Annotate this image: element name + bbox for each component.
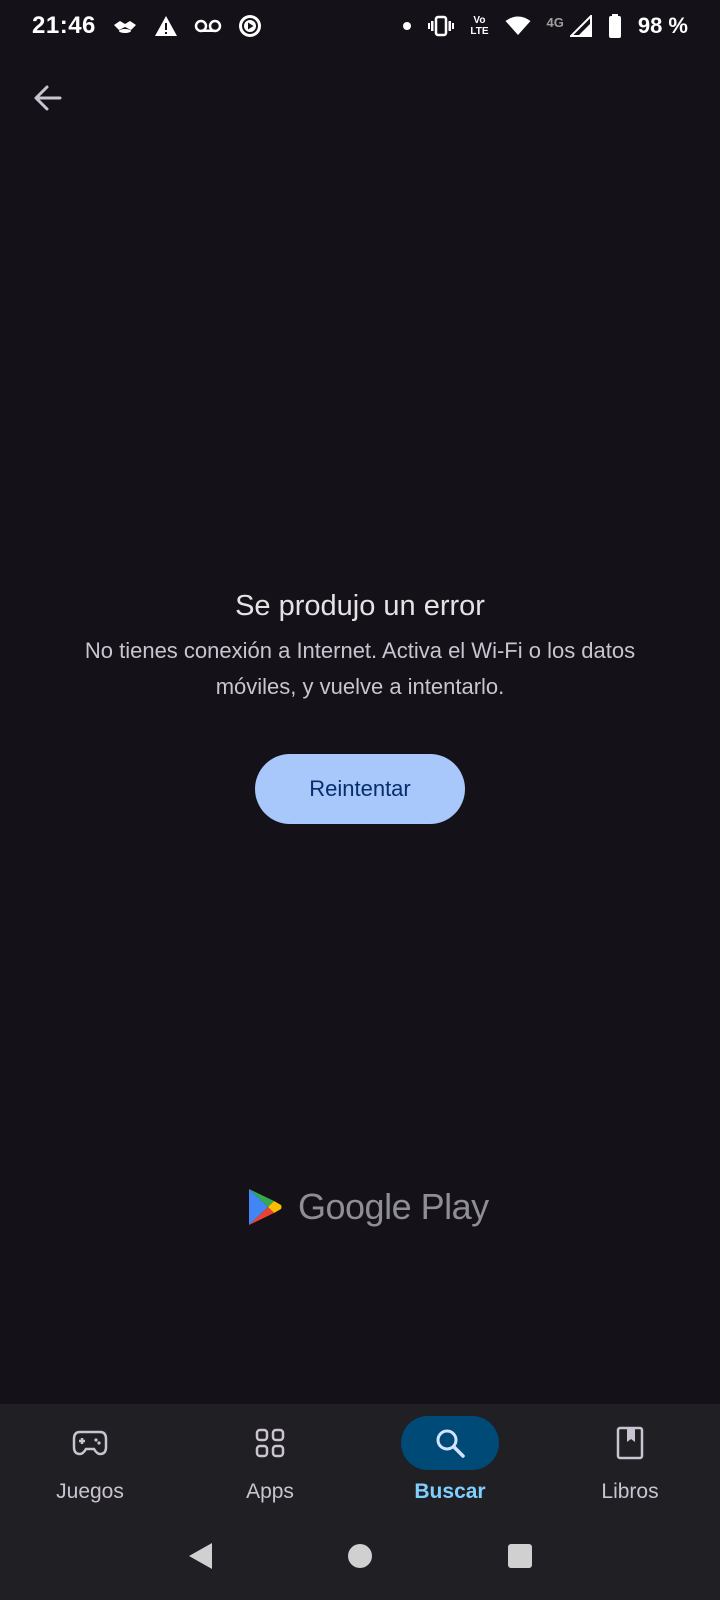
nav-label-juegos: Juegos — [56, 1480, 124, 1503]
recents-square-icon — [506, 1542, 534, 1570]
handshake-icon — [112, 16, 138, 36]
battery-icon — [608, 14, 622, 38]
search-icon — [434, 1427, 466, 1459]
volte-bottom-text: LTE — [470, 26, 489, 37]
arrow-back-icon — [33, 83, 63, 113]
nav-label-apps: Apps — [246, 1480, 294, 1503]
apps-grid-icon — [255, 1428, 285, 1458]
gamepad-icon — [72, 1429, 108, 1457]
status-bar: 21:46 Vo LTE 4G 98 % — [0, 0, 720, 52]
status-left: 21:46 — [32, 12, 262, 40]
wifi-icon — [505, 16, 531, 36]
warning-icon — [154, 15, 178, 37]
error-message: No tienes conexión a Internet. Activa el… — [84, 638, 636, 699]
nav-pill-buscar — [401, 1416, 499, 1470]
back-triangle-icon — [186, 1541, 214, 1571]
retry-button[interactable]: Reintentar — [255, 754, 465, 824]
play-circle-icon — [238, 14, 262, 38]
volte-top-text: Vo — [473, 15, 486, 26]
google-play-logo: Google Play — [248, 1186, 489, 1228]
error-title: Se produjo un error — [235, 590, 485, 622]
volte-icon: Vo LTE — [470, 15, 488, 37]
back-button[interactable] — [24, 74, 72, 122]
nav-label-libros: Libros — [601, 1480, 659, 1503]
network-type: 4G — [546, 15, 564, 30]
google-play-icon — [248, 1188, 282, 1226]
book-icon — [616, 1426, 644, 1460]
nav-items: Juegos Apps Buscar Libros — [0, 1404, 720, 1524]
nav-label-buscar: Buscar — [414, 1480, 486, 1503]
dot-icon — [402, 21, 412, 31]
nav-item-libros[interactable]: Libros — [540, 1404, 720, 1524]
google-play-text: Google Play — [298, 1186, 489, 1227]
status-right: Vo LTE 4G 98 % — [402, 13, 688, 39]
nav-pill-apps — [221, 1416, 319, 1470]
nav-item-apps[interactable]: Apps — [180, 1404, 360, 1524]
nav-pill-juegos — [41, 1416, 139, 1470]
status-time: 21:46 — [32, 12, 96, 39]
nav-item-juegos[interactable]: Juegos — [0, 1404, 180, 1524]
vibrate-icon — [428, 15, 455, 37]
nav-pill-libros — [581, 1416, 679, 1470]
system-recents-button[interactable] — [500, 1536, 540, 1576]
signal-icon — [569, 15, 592, 37]
system-nav — [0, 1526, 720, 1586]
system-home-button[interactable] — [340, 1536, 380, 1576]
nav-item-buscar[interactable]: Buscar — [360, 1404, 540, 1524]
error-block: Se produjo un error No tienes conexión a… — [0, 590, 720, 705]
voicemail-icon — [194, 18, 222, 34]
home-circle-icon — [346, 1542, 374, 1570]
battery-percentage: 98 % — [637, 13, 688, 38]
screen: 21:46 Vo LTE 4G 98 % Se produjo un error… — [0, 0, 720, 1600]
system-back-button[interactable] — [180, 1536, 220, 1576]
